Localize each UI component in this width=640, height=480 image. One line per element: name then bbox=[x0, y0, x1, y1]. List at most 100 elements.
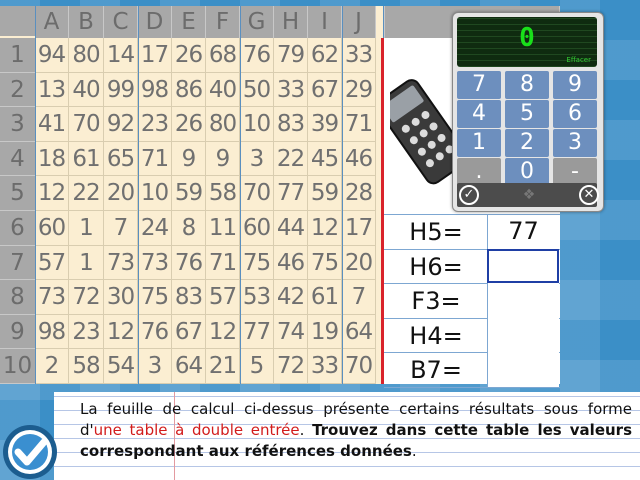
cell-I3: 39 bbox=[308, 107, 342, 142]
cell-B6: 1 bbox=[69, 211, 104, 246]
cell-F3: 80 bbox=[206, 107, 240, 142]
cell-J1: 33 bbox=[342, 38, 376, 73]
column-rule bbox=[138, 6, 139, 384]
answer-field[interactable]: 77 bbox=[487, 214, 559, 249]
cell-J8: 7 bbox=[342, 280, 376, 315]
display-value: 0 bbox=[519, 23, 535, 53]
cell-H8: 42 bbox=[274, 280, 308, 315]
row-header-7: 7 bbox=[0, 245, 35, 281]
validate-icon[interactable]: ✓ bbox=[459, 185, 479, 205]
cell-A2: 13 bbox=[35, 72, 69, 108]
cell-I7: 75 bbox=[308, 245, 342, 281]
cell-C10: 54 bbox=[104, 349, 138, 384]
cell-G3: 10 bbox=[240, 107, 274, 142]
cell-G8: 53 bbox=[240, 280, 274, 315]
cell-I5: 59 bbox=[308, 176, 342, 211]
cell-D10: 3 bbox=[138, 349, 172, 384]
cell-H4: 22 bbox=[274, 141, 308, 177]
column-header-J: J bbox=[342, 6, 376, 38]
column-header-D: D bbox=[138, 6, 172, 38]
cell-C8: 30 bbox=[104, 280, 138, 315]
cell-E3: 26 bbox=[172, 107, 206, 142]
column-header-H: H bbox=[274, 6, 308, 38]
instruction-highlight: une table à double entrée bbox=[93, 421, 300, 439]
keypad-key-9[interactable]: 9 bbox=[553, 71, 597, 99]
row-header-6: 6 bbox=[0, 211, 35, 246]
cell-H7: 46 bbox=[274, 245, 308, 281]
check-button[interactable] bbox=[0, 420, 66, 480]
instruction-part2: . bbox=[299, 421, 313, 439]
cell-D9: 76 bbox=[138, 314, 172, 350]
keypad-key-8[interactable]: 8 bbox=[505, 71, 549, 99]
cell-J3: 71 bbox=[342, 107, 376, 142]
cell-F10: 21 bbox=[206, 349, 240, 384]
cell-A8: 73 bbox=[35, 280, 69, 315]
column-header-G: G bbox=[240, 6, 274, 38]
cell-G5: 70 bbox=[240, 176, 274, 211]
keypad-key-5[interactable]: 5 bbox=[505, 100, 549, 128]
close-icon[interactable]: ✕ bbox=[579, 185, 599, 205]
cell-D3: 23 bbox=[138, 107, 172, 142]
cell-E9: 67 bbox=[172, 314, 206, 350]
clear-button[interactable]: Effacer bbox=[566, 56, 591, 64]
drag-handle-icon[interactable]: ❖ bbox=[519, 185, 539, 205]
cell-A1: 94 bbox=[35, 38, 69, 73]
cell-H2: 33 bbox=[274, 72, 308, 108]
keypad-key-2[interactable]: 2 bbox=[505, 129, 549, 157]
keypad-key-7[interactable]: 7 bbox=[457, 71, 501, 99]
cell-H1: 79 bbox=[274, 38, 308, 73]
column-header-I: I bbox=[308, 6, 342, 38]
cell-A10: 2 bbox=[35, 349, 69, 384]
column-header-E: E bbox=[172, 6, 206, 38]
cell-D1: 17 bbox=[138, 38, 172, 73]
cell-D4: 71 bbox=[138, 141, 172, 177]
cell-I6: 12 bbox=[308, 211, 342, 246]
row-header-1: 1 bbox=[0, 38, 35, 73]
cell-B4: 61 bbox=[69, 141, 104, 177]
cell-E1: 26 bbox=[172, 38, 206, 73]
row-header-9: 9 bbox=[0, 314, 35, 350]
row-header-4: 4 bbox=[0, 141, 35, 177]
cell-F1: 68 bbox=[206, 38, 240, 73]
column-header-F: F bbox=[206, 6, 240, 38]
cell-C6: 7 bbox=[104, 211, 138, 246]
column-header-C: C bbox=[104, 6, 138, 38]
keypad-key-4[interactable]: 4 bbox=[457, 100, 501, 128]
row-header-5: 5 bbox=[0, 176, 35, 211]
cell-D2: 98 bbox=[138, 72, 172, 108]
cell-G4: 3 bbox=[240, 141, 274, 177]
keypad-key-1[interactable]: 1 bbox=[457, 129, 501, 157]
cell-H3: 83 bbox=[274, 107, 308, 142]
keypad-key-3[interactable]: 3 bbox=[553, 129, 597, 157]
cell-B3: 70 bbox=[69, 107, 104, 142]
answer-field[interactable] bbox=[487, 317, 559, 353]
keypad-key-dot[interactable]: . bbox=[457, 158, 501, 186]
cell-H9: 74 bbox=[274, 314, 308, 350]
keypad-key-0[interactable]: 0 bbox=[505, 158, 549, 186]
row-header-8: 8 bbox=[0, 280, 35, 315]
cell-C5: 20 bbox=[104, 176, 138, 211]
cell-F9: 12 bbox=[206, 314, 240, 350]
cell-C1: 14 bbox=[104, 38, 138, 73]
cell-I4: 45 bbox=[308, 141, 342, 177]
keypad-key-minus[interactable]: - bbox=[553, 158, 597, 186]
instruction-text: La feuille de calcul ci-dessus présente … bbox=[80, 399, 632, 462]
answer-field[interactable] bbox=[487, 283, 559, 318]
cell-A7: 57 bbox=[35, 245, 69, 281]
cell-J2: 29 bbox=[342, 72, 376, 108]
cell-G2: 50 bbox=[240, 72, 274, 108]
cell-B2: 40 bbox=[69, 72, 104, 108]
cell-G10: 5 bbox=[240, 349, 274, 384]
answer-field[interactable] bbox=[487, 352, 559, 387]
cell-F6: 11 bbox=[206, 211, 240, 246]
answer-field[interactable] bbox=[487, 248, 559, 284]
cell-J10: 70 bbox=[342, 349, 376, 384]
cell-F5: 58 bbox=[206, 176, 240, 211]
row-header-3: 3 bbox=[0, 107, 35, 142]
cell-H10: 72 bbox=[274, 349, 308, 384]
cell-E5: 59 bbox=[172, 176, 206, 211]
cell-E8: 83 bbox=[172, 280, 206, 315]
cell-I1: 62 bbox=[308, 38, 342, 73]
cell-J5: 28 bbox=[342, 176, 376, 211]
keypad-key-6[interactable]: 6 bbox=[553, 100, 597, 128]
